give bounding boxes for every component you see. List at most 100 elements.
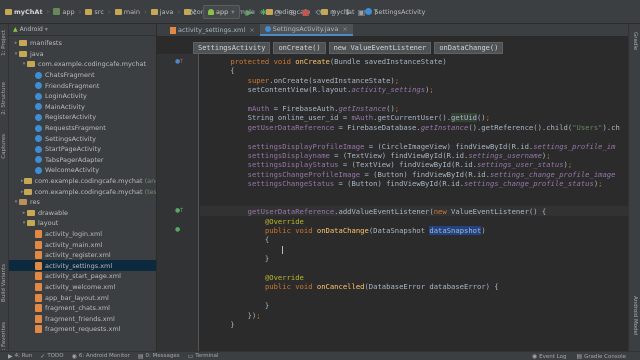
bottom-tab-todo[interactable]: ✓ TODO bbox=[40, 353, 63, 360]
tree-item[interactable]: fragment_chats.xml bbox=[9, 303, 156, 314]
code-token: ; bbox=[485, 113, 490, 123]
build-icon[interactable]: ⚒ bbox=[187, 6, 199, 18]
tree-item[interactable]: activity_register.xml bbox=[9, 250, 156, 261]
tab-project[interactable]: 1: Project bbox=[1, 30, 7, 56]
code-token: mAuth bbox=[351, 113, 374, 123]
bottom-tab-gradle-console[interactable]: ▤ Gradle Console bbox=[576, 353, 626, 360]
code-token: .addValueEventListener( bbox=[334, 207, 434, 217]
avd-manager-icon[interactable]: ▯ bbox=[328, 6, 340, 18]
android-icon: ▲ bbox=[13, 26, 18, 33]
breadcrumb-item[interactable]: app bbox=[50, 4, 77, 20]
tab-settings-activity-java[interactable]: SettingsActivity.java × bbox=[259, 24, 353, 36]
device-icon[interactable]: ▣ bbox=[356, 6, 368, 18]
code-token: new bbox=[433, 207, 452, 217]
tree-item[interactable]: activity_login.xml bbox=[9, 229, 156, 240]
tree-item[interactable]: ChatsFragment bbox=[9, 70, 156, 81]
tree-item[interactable]: MainActivity bbox=[9, 102, 156, 113]
tree-item[interactable]: LoginActivity bbox=[9, 91, 156, 102]
tree-item[interactable]: fragment_requests.xml bbox=[9, 324, 156, 335]
tree-item[interactable]: ▸ manifests bbox=[9, 38, 156, 49]
tree-item[interactable]: ▸ drawable bbox=[9, 208, 156, 219]
tool-window-icon: ▤ bbox=[576, 353, 583, 360]
tree-item[interactable]: activity_main.xml bbox=[9, 239, 156, 250]
tree-item[interactable]: RegisterActivity bbox=[9, 112, 156, 123]
code-line: { bbox=[213, 66, 620, 75]
left-tool-stripe: 1: Project 2: Structure Captures Build V… bbox=[0, 24, 9, 354]
code-token: onCreate bbox=[295, 57, 330, 66]
tree-item-label: RequestsFragment bbox=[45, 124, 106, 133]
tree-item-label: com.example.codingcafe.mychat bbox=[38, 60, 147, 69]
stop-icon[interactable]: ■ bbox=[300, 6, 312, 18]
close-icon[interactable]: × bbox=[249, 26, 254, 34]
code-token: = (TextView) findViewById(R.id. bbox=[338, 160, 477, 170]
tree-item[interactable]: ▾ res bbox=[9, 197, 156, 208]
code-line: }); bbox=[213, 311, 620, 320]
close-icon[interactable]: × bbox=[342, 25, 347, 33]
run-config-select[interactable]: app ▾ bbox=[203, 5, 240, 19]
tree-item[interactable]: WelcomeActivity bbox=[9, 165, 156, 176]
bottom-tab-android-monitor[interactable]: ◉ 6: Android Monitor bbox=[72, 353, 130, 360]
code-content[interactable]: protected void onCreate(Bundle savedInst… bbox=[213, 57, 620, 329]
tree-item[interactable]: activity_start_page.xml bbox=[9, 271, 156, 282]
code-line: settingsChangeStatus = (Button) findView… bbox=[213, 179, 620, 188]
tab-structure[interactable]: 2: Structure bbox=[1, 82, 7, 115]
editor-breadcrumb-item[interactable]: new ValueEventListener bbox=[328, 42, 432, 54]
code-token: settings_change_profile_image bbox=[489, 169, 616, 179]
editor-breadcrumb-item[interactable]: onCreate() bbox=[273, 42, 326, 54]
folder-icon bbox=[27, 209, 35, 216]
tree-item[interactable]: activity_welcome.xml bbox=[9, 282, 156, 293]
code-token: ; bbox=[256, 310, 261, 320]
code-line: settingsDisplayStatus = (TextView) findV… bbox=[213, 160, 620, 169]
attach-icon[interactable]: ⊕ bbox=[286, 6, 298, 18]
tree-item[interactable]: ▾ java bbox=[9, 49, 156, 60]
code-editor[interactable]: protected void onCreate(Bundle savedInst… bbox=[200, 54, 628, 351]
editor-breadcrumb-item[interactable]: SettingsActivity bbox=[193, 42, 271, 54]
bottom-tab-terminal[interactable]: ▭ Terminal bbox=[188, 353, 219, 360]
editor-breadcrumb-item[interactable]: onDataChange() bbox=[434, 42, 504, 54]
tab-gradle[interactable]: Gradle bbox=[632, 32, 638, 50]
class-icon bbox=[35, 135, 42, 143]
breadcrumb-item[interactable]: myChAt bbox=[2, 4, 46, 20]
bottom-tab-event-log[interactable]: ◉ Event Log bbox=[532, 353, 567, 360]
tree-item[interactable]: ▸com.example.codingcafe.mychat(andro bbox=[9, 176, 156, 187]
breadcrumb-item[interactable]: java bbox=[148, 4, 177, 20]
tree-item[interactable]: FriendsFragment bbox=[9, 80, 156, 91]
xml-file-icon bbox=[35, 282, 42, 291]
tree-item[interactable]: SettingsActivity bbox=[9, 133, 156, 144]
tree-item[interactable]: app_bar_layout.xml bbox=[9, 292, 156, 303]
tree-item[interactable]: TabsPagerAdapter bbox=[9, 155, 156, 166]
tab-activity-settings-xml[interactable]: activity_settings.xml × bbox=[165, 24, 260, 36]
run-icon[interactable]: ▶ bbox=[244, 6, 256, 18]
bookmark-icon: ↑ bbox=[179, 58, 185, 65]
code-token: } bbox=[213, 254, 270, 264]
breadcrumb-item[interactable]: main bbox=[112, 4, 143, 20]
tree-item[interactable]: ▸com.example.codingcafe.mychat(test) bbox=[9, 186, 156, 197]
bottom-tab-messages[interactable]: ▤ 0: Messages bbox=[138, 353, 180, 360]
project-tree: ▸ manifests ▾ java ▾ com.example.codingcafe.m… bbox=[9, 36, 156, 335]
profile-icon[interactable]: ◔ bbox=[272, 6, 284, 18]
tree-item[interactable]: RequestsFragment bbox=[9, 123, 156, 134]
debug-icon[interactable]: ✱ bbox=[258, 6, 270, 18]
project-view-select[interactable]: ▲ Android ▾ bbox=[9, 24, 156, 36]
tree-item[interactable]: ▾ com.example.codingcafe.mychat bbox=[9, 59, 156, 70]
tab-favorites[interactable]: 2: Favorites bbox=[1, 322, 7, 354]
help-icon[interactable]: ? bbox=[370, 6, 382, 18]
bottom-tab-run[interactable]: ▶ 4: Run bbox=[8, 353, 32, 360]
tree-item[interactable]: activity_settings.xml bbox=[9, 260, 156, 272]
tree-item[interactable]: ▾ layout bbox=[9, 218, 156, 229]
sdk-manager-icon[interactable]: ⬇ bbox=[342, 6, 354, 18]
tab-android-model[interactable]: Android Model bbox=[632, 296, 638, 336]
override-marker-icon[interactable]: ● bbox=[175, 226, 180, 233]
chevron-right-icon: › bbox=[143, 7, 147, 16]
breadcrumb-item[interactable]: src bbox=[82, 4, 107, 20]
code-token: @Override bbox=[264, 272, 304, 282]
xml-file-icon bbox=[35, 314, 42, 323]
tree-item[interactable]: StartPageActivity bbox=[9, 144, 156, 155]
tab-captures[interactable]: Captures bbox=[1, 134, 7, 159]
tree-item-label: RegisterActivity bbox=[45, 113, 97, 122]
tab-build-variants[interactable]: Build Variants bbox=[1, 264, 7, 302]
tree-item[interactable]: fragment_friends.xml bbox=[9, 313, 156, 324]
sync-icon[interactable]: ⟳ bbox=[314, 6, 326, 18]
